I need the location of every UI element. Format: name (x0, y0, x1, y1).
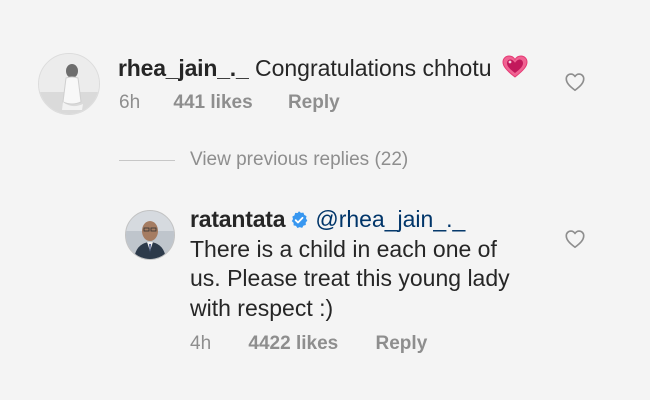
comment-1-username[interactable]: rhea_jain_._ (118, 55, 249, 81)
comment-2-text-line: with respect :) (190, 294, 334, 321)
comment-1-text-line: rhea_jain_._ Congratulations chhotu (118, 53, 528, 86)
comment-2-header-line: ratantata @rhea_jain_._ (190, 205, 550, 235)
comment-2-username[interactable]: ratantata (190, 206, 286, 232)
comment-2-mention-link[interactable]: @rhea_jain_._ (315, 206, 465, 232)
comment-2-reply-button[interactable]: Reply (376, 333, 428, 354)
comment-1-text: Congratulations chhotu (254, 55, 492, 81)
comment-1-time[interactable]: 6h (119, 92, 140, 113)
comment-2-body: ratantata @rhea_jain_._ There is a child… (190, 205, 550, 323)
comment-1-reply-button[interactable]: Reply (288, 92, 340, 113)
comment-2-likes[interactable]: 4422 likes (248, 333, 338, 354)
avatar-ratantata[interactable] (125, 210, 175, 260)
avatar-photo (39, 54, 99, 114)
comment-2-meta: 4h 4422 likes Reply (190, 333, 427, 355)
comment-2-text-line: us. Please treat this young lady (190, 265, 510, 291)
sparkling-heart-icon (502, 55, 528, 86)
avatar-photo (126, 211, 174, 259)
comment-2-time[interactable]: 4h (190, 333, 211, 354)
view-previous-replies-button[interactable]: View previous replies (22) (190, 149, 408, 171)
like-heart-icon[interactable] (564, 228, 586, 250)
comment-1-meta: 6h 441 likes Reply (119, 92, 340, 114)
comment-2-text-line: There is a child in each one of (190, 235, 497, 262)
verified-badge-icon (289, 208, 309, 228)
avatar-rhea[interactable] (38, 53, 100, 115)
comment-1-likes[interactable]: 441 likes (173, 92, 252, 113)
replies-divider (119, 160, 175, 161)
like-heart-icon[interactable] (564, 71, 586, 93)
